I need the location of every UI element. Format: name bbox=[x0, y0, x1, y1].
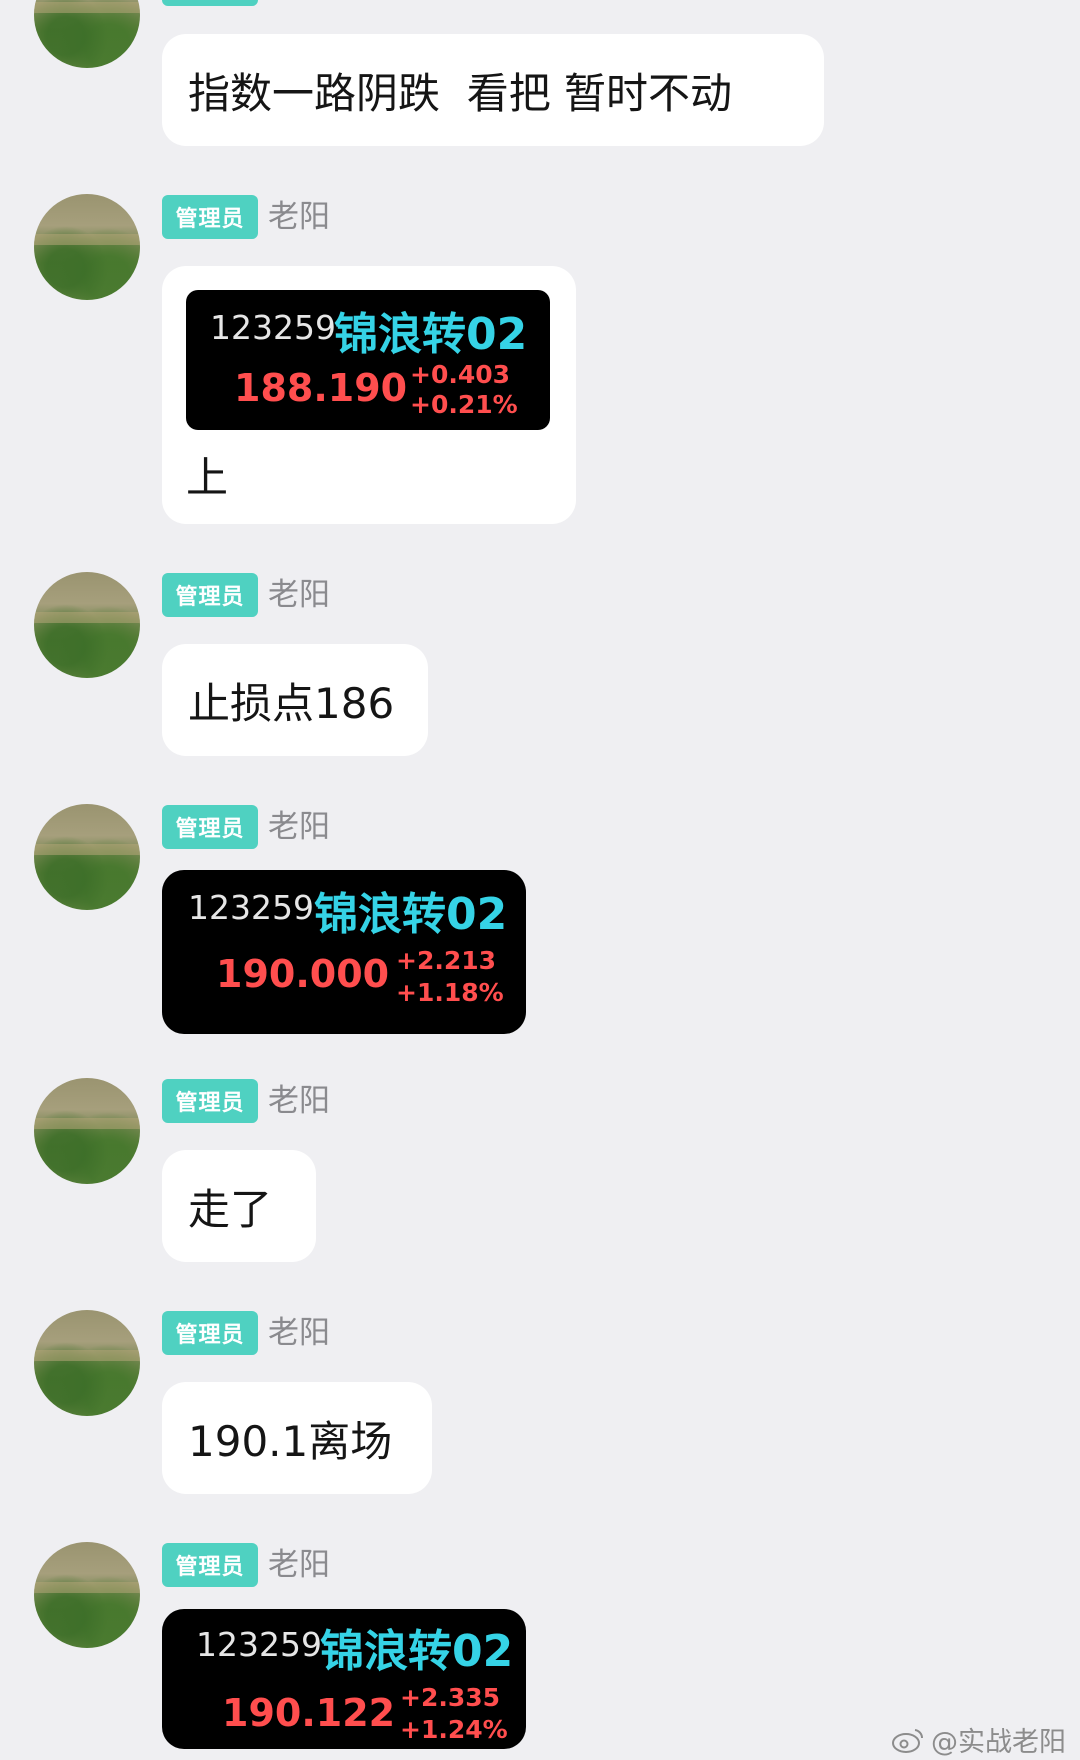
quote-code: 123259 bbox=[210, 308, 336, 347]
avatar[interactable] bbox=[34, 1310, 140, 1416]
message-bubble[interactable]: 指数一路阴跌 看把 暂时不动 bbox=[162, 34, 824, 146]
sender-name: 老阳 bbox=[268, 577, 330, 613]
avatar[interactable] bbox=[34, 572, 140, 678]
quote-change-percent: +0.21% bbox=[410, 390, 518, 419]
quote-change: +2.335 bbox=[400, 1683, 501, 1712]
avatar[interactable] bbox=[34, 1542, 140, 1648]
watermark: @实战老阳 bbox=[891, 1720, 1066, 1759]
message-text: 走了 bbox=[188, 1184, 273, 1234]
message-text: 190.1离场 bbox=[188, 1416, 393, 1466]
quote-name: 锦浪转02 bbox=[334, 309, 528, 360]
admin-badge bbox=[162, 0, 258, 6]
watermark-text: @实战老阳 bbox=[931, 1727, 1066, 1758]
stock-quote-image[interactable]: 123259 锦浪转02 190.000 +2.213 +1.18% bbox=[162, 870, 526, 1034]
admin-badge: 管理员 bbox=[162, 1079, 258, 1123]
quote-change-percent: +1.24% bbox=[400, 1715, 508, 1744]
stock-quote-image[interactable]: 123259 锦浪转02 190.122 +2.335 +1.24% bbox=[162, 1609, 526, 1749]
admin-badge: 管理员 bbox=[162, 805, 258, 849]
quote-price: 188.190 bbox=[234, 366, 408, 410]
sender-name: 老阳 bbox=[268, 809, 330, 845]
sender-name: 老阳 bbox=[268, 1083, 330, 1119]
sender-name: 老阳 bbox=[268, 1315, 330, 1351]
message-bubble[interactable]: 走了 bbox=[162, 1150, 316, 1262]
sender-name: 老阳 bbox=[268, 1547, 330, 1583]
quote-price: 190.122 bbox=[222, 1691, 396, 1735]
quote-change: +0.403 bbox=[410, 360, 511, 389]
avatar[interactable] bbox=[34, 0, 140, 68]
quote-price: 190.000 bbox=[216, 952, 390, 996]
admin-badge: 管理员 bbox=[162, 195, 258, 239]
quote-name: 锦浪转02 bbox=[314, 889, 508, 940]
avatar[interactable] bbox=[34, 804, 140, 910]
avatar[interactable] bbox=[34, 1078, 140, 1184]
quote-code: 123259 bbox=[196, 1625, 322, 1664]
message-bubble[interactable]: 123259 锦浪转02 188.190 +0.403 +0.21% 上 bbox=[162, 266, 576, 524]
message-text: 上 bbox=[186, 453, 229, 502]
avatar[interactable] bbox=[34, 194, 140, 300]
message-text: 止损点186 bbox=[188, 678, 395, 728]
quote-code: 123259 bbox=[188, 888, 314, 927]
weibo-icon bbox=[892, 1728, 924, 1753]
message-bubble[interactable]: 190.1离场 bbox=[162, 1382, 432, 1494]
quote-change: +2.213 bbox=[396, 946, 497, 975]
stock-quote-image[interactable]: 123259 锦浪转02 188.190 +0.403 +0.21% bbox=[186, 290, 550, 430]
admin-badge: 管理员 bbox=[162, 1311, 258, 1355]
message-text: 指数一路阴跌 看把 暂时不动 bbox=[188, 68, 733, 118]
quote-change-percent: +1.18% bbox=[396, 978, 504, 1007]
message-bubble[interactable]: 止损点186 bbox=[162, 644, 428, 756]
sender-name: 老阳 bbox=[268, 199, 330, 235]
admin-badge: 管理员 bbox=[162, 573, 258, 617]
quote-name: 锦浪转02 bbox=[320, 1626, 514, 1677]
admin-badge: 管理员 bbox=[162, 1543, 258, 1587]
